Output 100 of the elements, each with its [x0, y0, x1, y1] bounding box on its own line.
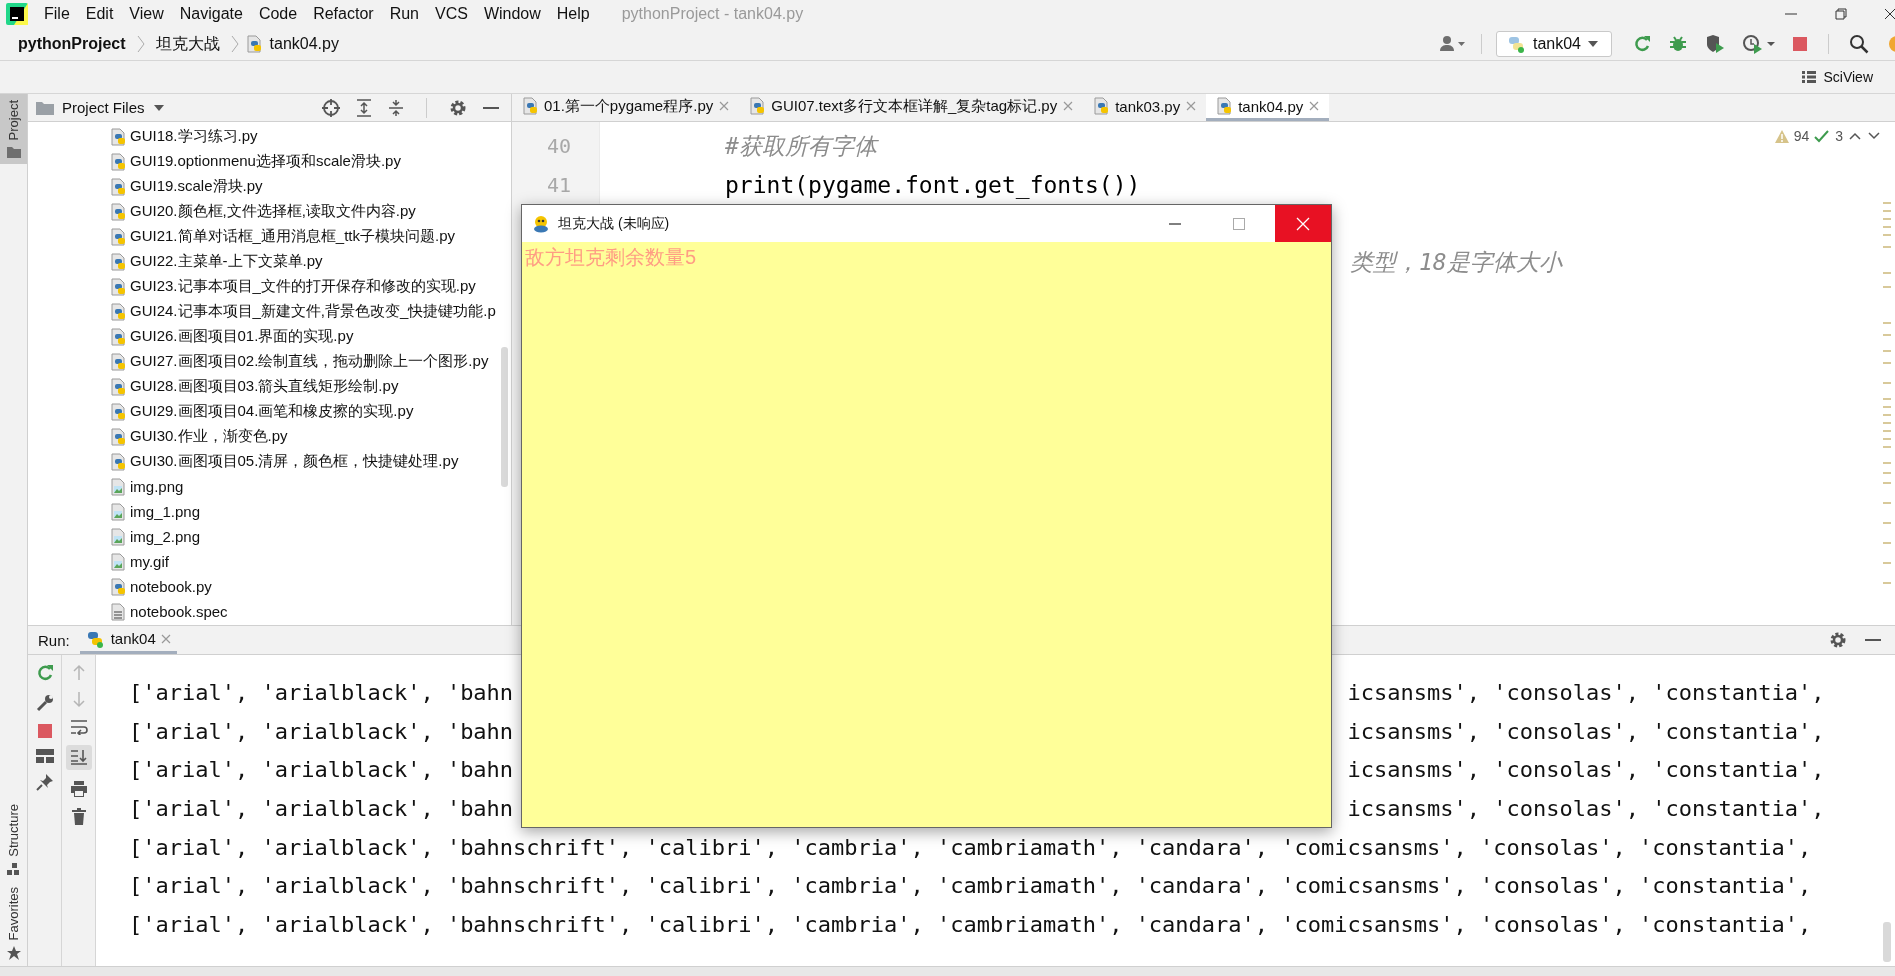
check-count[interactable]: 3	[1835, 128, 1843, 144]
rerun-icon[interactable]	[1632, 34, 1652, 54]
tool-window-tab[interactable]: Project	[0, 94, 27, 165]
warning-count[interactable]: 94	[1793, 128, 1810, 144]
menu-item[interactable]: Help	[548, 5, 598, 23]
file-tree-item[interactable]: GUI26.画图项目01.界面的实现.py	[130, 327, 354, 346]
file-tree-item[interactable]: img.png	[130, 478, 184, 495]
python-file-icon	[110, 402, 126, 421]
scrollbar-thumb[interactable]	[1883, 922, 1891, 962]
file-tree-item[interactable]: GUI24.记事本项目_新建文件,背景色改变_快捷键功能.p	[130, 302, 496, 321]
file-tree-item[interactable]: img_2.png	[130, 528, 201, 545]
expand-all-icon[interactable]	[356, 98, 372, 117]
console-output-line: icsansms', 'consolas', 'constantia',	[1347, 795, 1825, 824]
wrench-icon[interactable]	[34, 693, 55, 713]
python-file-icon	[110, 127, 126, 146]
code-comment: 类型，18是字体大小	[1350, 249, 1562, 276]
project-view-selector[interactable]: Project Files	[62, 99, 145, 116]
check-icon[interactable]	[1814, 129, 1831, 143]
chevron-icon	[136, 34, 145, 54]
code-line: print(pygame.font.get_fonts())	[725, 171, 1141, 198]
editor-tab[interactable]: 01.第一个pygame程序.py	[512, 94, 740, 121]
sciview-button[interactable]: SciView	[1801, 69, 1873, 85]
file-tree-item[interactable]: img_1.png	[130, 503, 201, 520]
python-file-icon	[110, 377, 126, 396]
file-tree-item[interactable]: notebook.spec	[130, 603, 228, 620]
pin-icon[interactable]	[35, 773, 54, 791]
tool-window-tab[interactable]: Structure	[0, 797, 27, 881]
crosshair-icon[interactable]	[322, 98, 340, 117]
file-tree-item[interactable]: my.gif	[130, 553, 169, 570]
python-icon	[1506, 35, 1527, 53]
file-tree-item[interactable]: GUI27.画图项目02.绘制直线，拖动删除上一个图形.py	[130, 352, 489, 371]
stop-icon[interactable]	[36, 723, 53, 739]
shield-run-icon[interactable]	[1704, 34, 1726, 54]
menu-item[interactable]: View	[121, 5, 172, 23]
search-icon[interactable]	[1849, 34, 1869, 54]
menu-item[interactable]: VCS	[427, 5, 476, 23]
print-icon[interactable]	[69, 780, 88, 798]
close-icon[interactable]	[1883, 6, 1895, 22]
settings-icon[interactable]	[449, 98, 467, 117]
python-file-icon	[110, 452, 126, 471]
collapse-all-icon[interactable]	[388, 98, 404, 117]
stop-icon[interactable]	[1792, 36, 1808, 52]
file-tree-item[interactable]: GUI18.学习练习.py	[130, 127, 258, 146]
folder-icon	[36, 100, 54, 115]
python-file-icon	[110, 177, 126, 196]
line-number: 40	[546, 133, 571, 160]
menu-item[interactable]: Navigate	[171, 5, 251, 23]
editor-tab[interactable]: tank03.py	[1083, 94, 1207, 121]
console-output-line: ['arial', 'arialblack', 'bahnschrift', 'calibri', 'cambria', 'cambriamath', 'candara', 'comicsansms', 'consolas', 'constantia',	[129, 872, 1812, 901]
breadcrumb[interactable]: tank04.py	[265, 35, 343, 53]
user-icon[interactable]	[1438, 35, 1467, 53]
grid-icon	[1801, 70, 1818, 84]
restore-icon[interactable]	[1833, 6, 1849, 22]
python-file-icon	[1216, 97, 1233, 115]
trash-icon[interactable]	[70, 808, 87, 826]
file-tree-item[interactable]: GUI21.简单对话框_通用消息框_ttk子模块问题.py	[130, 227, 456, 246]
caret-icon[interactable]	[152, 103, 165, 112]
file-tree-item[interactable]: GUI19.optionmenu选择项和scale滑块.py	[130, 152, 401, 171]
file-tree-item[interactable]: GUI30.画图项目05.清屏，颜色框，快捷键处理.py	[130, 452, 459, 471]
soft-wrap-icon[interactable]	[69, 719, 88, 735]
editor-tab[interactable]: GUI07.text多行文本框详解_复杂tag标记.py	[739, 94, 1084, 121]
chevron-up-icon[interactable]	[1848, 131, 1862, 141]
menu-item[interactable]: File	[36, 5, 78, 23]
file-tree-item[interactable]: GUI28.画图项目03.箭头直线矩形绘制.py	[130, 377, 399, 396]
file-tree-item[interactable]: GUI23.记事本项目_文件的打开保存和修改的实现.py	[130, 277, 476, 296]
menu-item[interactable]: Refactor	[305, 5, 382, 23]
layout-icon[interactable]	[35, 749, 54, 763]
bug-icon[interactable]	[1668, 34, 1688, 54]
run-configuration-dropdown[interactable]: tank04	[1495, 31, 1612, 57]
enemy-count-text: 敌方坦克剩余数量5	[525, 246, 697, 268]
scroll-to-end-icon	[69, 749, 88, 765]
clock-run-icon[interactable]	[1742, 34, 1776, 54]
file-tree-item[interactable]: GUI19.scale滑块.py	[130, 177, 263, 196]
settings-icon[interactable]	[1829, 631, 1847, 649]
scroll-to-end-button[interactable]	[65, 745, 92, 770]
menu-item[interactable]: Edit	[77, 5, 122, 23]
file-tree-item[interactable]: notebook.py	[130, 578, 212, 595]
file-tree-item[interactable]: GUI29.画图项目04.画笔和橡皮擦的实现.py	[130, 402, 414, 421]
file-tree-item[interactable]: GUI20.颜色框,文件选择框,读取文件内容.py	[130, 202, 416, 221]
breadcrumb[interactable]: pythonProject	[14, 35, 130, 53]
minimize-icon[interactable]	[483, 105, 499, 110]
breadcrumb[interactable]: 坦克大战	[151, 33, 224, 55]
console-output-line: ['arial', 'arialblack', 'bahn	[129, 717, 514, 746]
scrollbar-thumb[interactable]	[501, 347, 508, 487]
file-tree-item[interactable]: GUI30.作业，渐变色.py	[130, 427, 288, 446]
python-file-icon	[245, 35, 262, 53]
tool-window-tab[interactable]: Favorites	[0, 880, 27, 966]
console-output-line: ['arial', 'arialblack', 'bahn	[129, 679, 514, 707]
menu-item[interactable]: Code	[250, 5, 306, 23]
console-output-line: icsansms', 'consolas', 'constantia',	[1347, 756, 1825, 785]
text-file-icon	[110, 602, 126, 621]
star-icon	[6, 946, 21, 960]
minimize-icon[interactable]	[1865, 638, 1881, 642]
window-title: 坦克大战 (未响应)	[558, 214, 670, 233]
editor-tab[interactable]: tank04.py	[1206, 94, 1330, 121]
menu-item[interactable]: Run	[381, 5, 427, 23]
maximize-icon	[1233, 217, 1245, 230]
chevron-down-icon[interactable]	[1867, 131, 1881, 141]
file-tree-item[interactable]: GUI22.主菜单-上下文菜单.py	[130, 252, 323, 271]
menu-item[interactable]: Window	[475, 5, 549, 23]
